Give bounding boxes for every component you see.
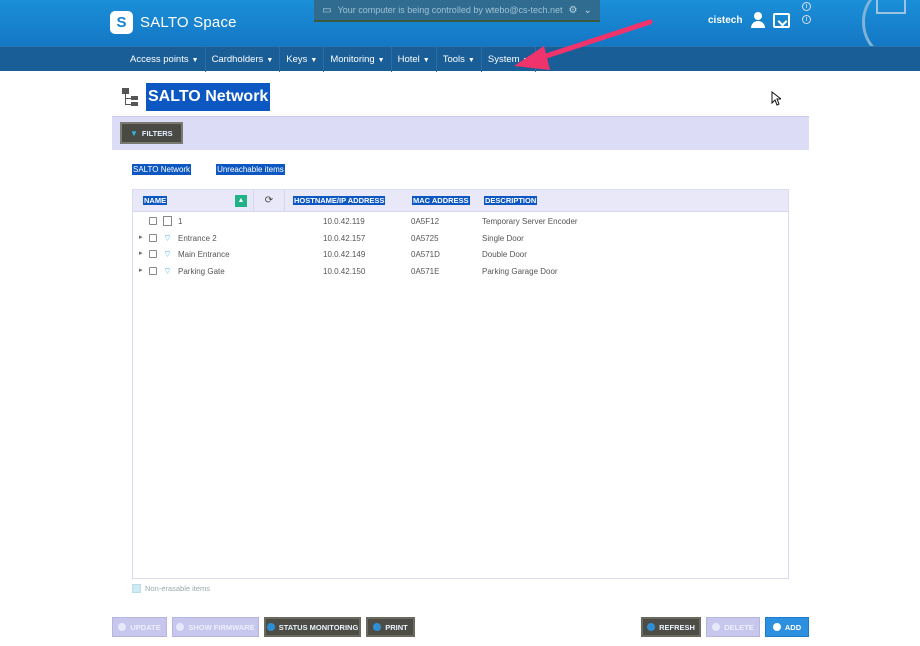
row-mac: 0A571D: [411, 250, 440, 259]
caret-down-icon: ▼: [422, 57, 430, 64]
funnel-icon: ▼: [130, 128, 138, 138]
username-label: cistech: [708, 14, 743, 26]
table-header: NAME ▲ ⟳ HOSTNAME/IP ADDRESS MAC ADDRESS…: [133, 190, 788, 212]
page-title: SALTO Network: [146, 83, 271, 111]
wifi-icon: ⌔: [163, 249, 172, 259]
remote-banner-text: Your computer is being controlled by wte…: [337, 5, 563, 15]
legend-label: Non-erasable items: [145, 584, 211, 593]
caret-down-icon: ▼: [377, 57, 385, 64]
expand-arrow-icon[interactable]: ▸: [139, 233, 143, 241]
add-button[interactable]: ADD: [765, 617, 809, 637]
row-name: Entrance 2: [178, 234, 217, 243]
user-icon[interactable]: [750, 12, 766, 28]
table-row[interactable]: ▸ ⌔ Entrance 2 10.0.42.157 0A5725 Single…: [133, 231, 788, 247]
row-mac: 0A5F12: [411, 217, 440, 226]
table-row[interactable]: ▸ ⌔ Parking Gate 10.0.42.150 0A571E Park…: [133, 264, 788, 280]
nav-system[interactable]: System ▼: [482, 47, 537, 72]
info-icon[interactable]: i: [802, 2, 811, 11]
app-window: S SALTO Space ▭ Your computer is being c…: [0, 0, 920, 646]
delete-button[interactable]: DELETE: [706, 617, 760, 637]
caret-down-icon: ▼: [310, 57, 318, 64]
refresh-column-icon[interactable]: ⟳: [253, 190, 285, 212]
expand-arrow-icon[interactable]: ▸: [139, 266, 143, 274]
table-row[interactable]: ▸ ⌔ Main Entrance 10.0.42.149 0A571D Dou…: [133, 247, 788, 263]
tab-unreachable-items[interactable]: Unreachable items: [216, 164, 285, 175]
sort-ascending-icon[interactable]: ▲: [235, 195, 247, 207]
monitoring-icon: [266, 623, 275, 631]
print-button[interactable]: PRINT: [366, 617, 415, 637]
nav-hotel[interactable]: Hotel ▼: [392, 47, 437, 72]
column-header-hostname[interactable]: HOSTNAME/IP ADDRESS: [293, 196, 386, 205]
row-checkbox[interactable]: [149, 234, 157, 242]
column-header-description[interactable]: DESCRIPTION: [484, 196, 538, 205]
delete-icon: [712, 623, 721, 631]
row-description: Double Door: [482, 250, 527, 259]
remote-control-banner[interactable]: ▭ Your computer is being controlled by w…: [314, 0, 600, 22]
row-host: 10.0.42.150: [323, 267, 366, 276]
row-host: 10.0.42.157: [323, 234, 366, 243]
info-icon[interactable]: i: [802, 15, 811, 24]
nav-cardholders[interactable]: Cardholders ▼: [206, 47, 281, 72]
nav-monitoring[interactable]: Monitoring ▼: [324, 47, 392, 72]
row-name: 1: [178, 217, 183, 226]
print-icon: [373, 623, 382, 631]
row-checkbox[interactable]: [149, 250, 157, 258]
column-header-mac[interactable]: MAC ADDRESS: [412, 196, 470, 205]
nav-tools[interactable]: Tools ▼: [437, 47, 482, 72]
row-host: 10.0.42.149: [323, 250, 366, 259]
logout-icon[interactable]: [773, 13, 790, 28]
user-menu[interactable]: cistech: [708, 12, 766, 28]
caret-down-icon: ▼: [522, 57, 530, 64]
table-row[interactable]: 1 10.0.42.119 0A5F12 Temporary Server En…: [133, 214, 788, 230]
nav-access-points[interactable]: Access points ▼: [124, 47, 206, 72]
refresh-button[interactable]: REFRESH: [641, 617, 701, 637]
app-name: SALTO Space: [140, 14, 237, 31]
row-name: Main Entrance: [178, 250, 230, 259]
refresh-icon: [647, 623, 656, 631]
row-checkbox[interactable]: [149, 217, 157, 225]
tab-salto-network[interactable]: SALTO Network: [132, 164, 192, 175]
update-button[interactable]: UPDATE: [112, 617, 167, 637]
document-icon: [163, 216, 172, 226]
wifi-icon: ⌔: [163, 233, 172, 243]
legend: Non-erasable items: [132, 584, 210, 593]
network-table: NAME ▲ ⟳ HOSTNAME/IP ADDRESS MAC ADDRESS…: [132, 189, 789, 579]
row-checkbox[interactable]: [149, 267, 157, 275]
info-icons: i i: [802, 2, 811, 24]
app-logo[interactable]: S SALTO Space: [110, 11, 237, 34]
row-mac: 0A571E: [411, 267, 440, 276]
caret-down-icon: ▼: [191, 57, 199, 64]
search-icon: [176, 623, 185, 631]
caret-down-icon: ▼: [467, 57, 475, 64]
view-tabs: SALTO Network Unreachable items: [132, 164, 285, 175]
add-icon: [772, 623, 781, 631]
wifi-icon: ⌔: [163, 266, 172, 276]
row-description: Temporary Server Encoder: [482, 217, 578, 226]
nav-keys[interactable]: Keys ▼: [280, 47, 325, 72]
row-description: Parking Garage Door: [482, 267, 558, 276]
corner-box-decoration: [876, 0, 906, 14]
page-header: SALTO Network: [120, 83, 271, 111]
salto-logo-icon: S: [110, 11, 133, 34]
update-icon: [118, 623, 127, 631]
row-description: Single Door: [482, 234, 524, 243]
show-firmware-button[interactable]: SHOW FIRMWARE: [172, 617, 259, 637]
chevron-down-icon[interactable]: ⌄: [583, 5, 591, 16]
legend-swatch: [132, 584, 141, 593]
top-header: S SALTO Space ▭ Your computer is being c…: [0, 0, 920, 62]
caret-down-icon: ▼: [266, 57, 274, 64]
row-name: Parking Gate: [178, 267, 225, 276]
gear-icon[interactable]: ⚙: [569, 5, 578, 16]
column-header-name[interactable]: NAME: [143, 196, 168, 205]
mouse-cursor-icon: [771, 91, 781, 106]
network-tree-icon: [120, 87, 140, 107]
filter-bar: ▼ FILTERS: [112, 116, 809, 150]
status-monitoring-button[interactable]: STATUS MONITORING: [264, 617, 361, 637]
remote-screen-icon: ▭: [322, 4, 332, 16]
expand-arrow-icon[interactable]: ▸: [139, 249, 143, 257]
row-host: 10.0.42.119: [323, 217, 365, 226]
filters-button[interactable]: ▼ FILTERS: [120, 122, 183, 144]
main-nav: Access points ▼ Cardholders ▼ Keys ▼ Monito…: [0, 46, 920, 72]
row-mac: 0A5725: [411, 234, 439, 243]
